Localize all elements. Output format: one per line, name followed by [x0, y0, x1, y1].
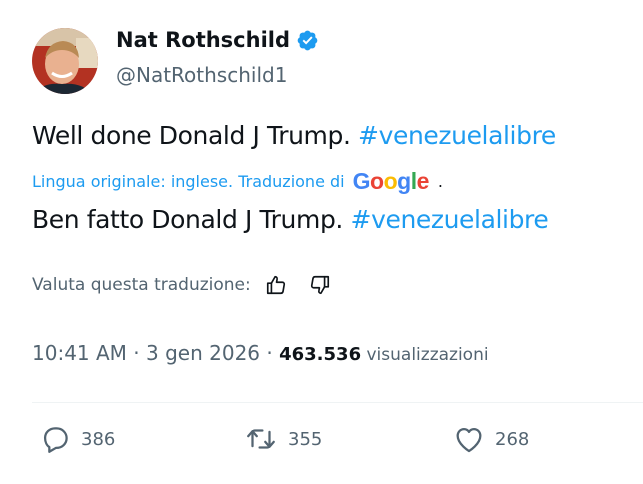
thumbs-down-icon[interactable]: [307, 272, 333, 298]
like-count: 268: [495, 428, 530, 450]
meta-separator: ·: [260, 341, 280, 365]
translation-note: Lingua originale: inglese. Traduzione di…: [32, 168, 443, 195]
reply-button[interactable]: 386: [38, 422, 115, 456]
views-label: visualizzazioni: [361, 345, 489, 365]
author-handle[interactable]: @NatRothschild1: [116, 63, 287, 87]
author-name-row[interactable]: Nat Rothschild: [116, 28, 319, 52]
reply-icon: [43, 427, 68, 453]
retweet-button[interactable]: 355: [243, 422, 322, 456]
translated-body: Ben fatto Donald J Trump.: [32, 205, 351, 234]
divider: [32, 402, 643, 403]
translated-hashtag-link[interactable]: #venezuelalibre: [351, 205, 549, 234]
meta-separator: ·: [126, 341, 147, 365]
action-bar: 386 355 268: [0, 422, 643, 462]
hashtag-link[interactable]: #venezuelalibre: [358, 121, 556, 150]
retweet-icon: [247, 429, 275, 449]
avatar[interactable]: [32, 28, 98, 94]
like-button[interactable]: 268: [452, 422, 529, 456]
google-logo[interactable]: Google: [353, 168, 430, 195]
rate-label: Valuta questa traduzione:: [32, 275, 251, 295]
rate-translation: Valuta questa traduzione:: [32, 272, 333, 298]
tweet-body: Well done Donald J Trump.: [32, 121, 359, 150]
heart-icon: [456, 427, 482, 453]
translated-text: Ben fatto Donald J Trump. #venezuelalibr…: [32, 205, 549, 234]
translation-note-dot: .: [437, 172, 443, 191]
thumbs-up-icon[interactable]: [263, 272, 289, 298]
author-name[interactable]: Nat Rothschild: [116, 28, 290, 52]
retweet-count: 355: [288, 428, 323, 450]
verified-badge-icon: [297, 30, 318, 50]
views-count: 463.536: [279, 344, 362, 365]
translation-note-text: Lingua originale: inglese. Traduzione di: [32, 172, 345, 191]
tweet-time[interactable]: 10:41 AM: [32, 341, 127, 365]
tweet-date[interactable]: 3 gen 2026: [146, 341, 260, 365]
tweet-meta: 10:41 AM · 3 gen 2026 · 463.536 visualiz…: [32, 341, 489, 365]
reply-count: 386: [81, 428, 116, 450]
tweet-text: Well done Donald J Trump. #venezuelalibr…: [32, 121, 556, 150]
